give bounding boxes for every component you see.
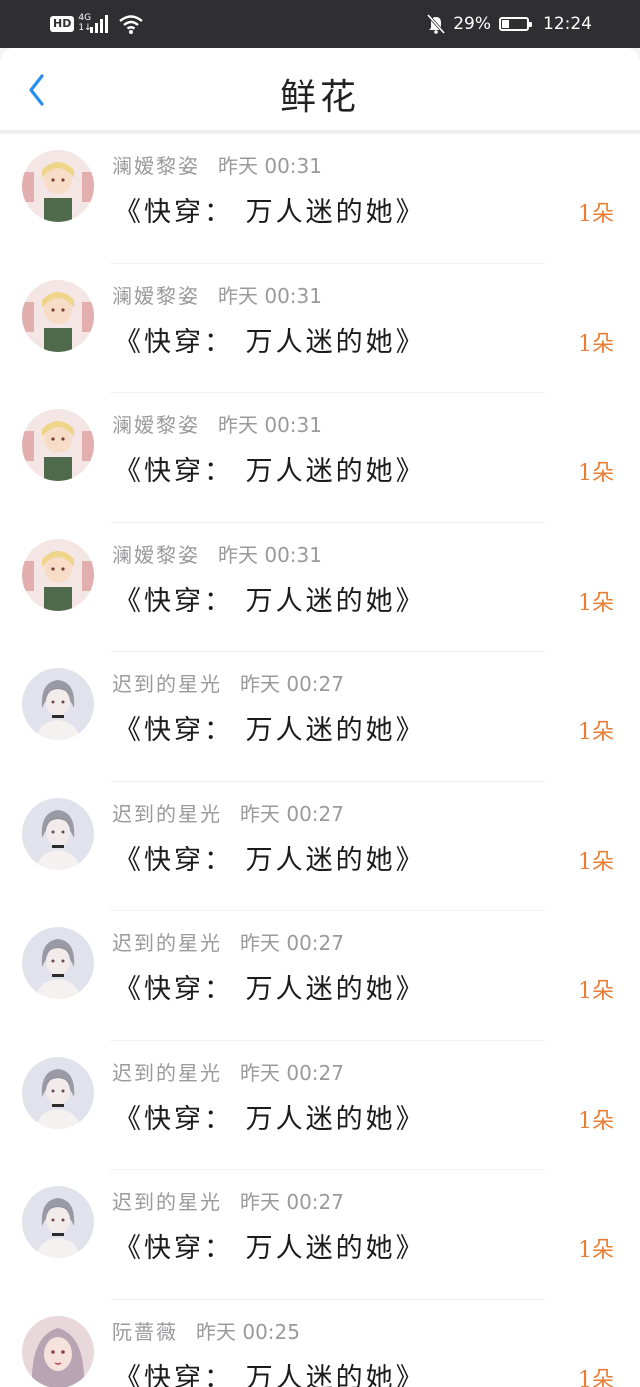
meta-line: 澜嫒黎姿 昨天 00:31 — [112, 539, 322, 568]
list-item[interactable]: 澜嫒黎姿 昨天 00:31 《快穿： 万人迷的她》 1朵 — [0, 264, 640, 393]
flower-count: 1朵 — [578, 202, 614, 227]
flower-count: 1朵 — [578, 849, 614, 875]
page-title: 鲜花 — [279, 77, 360, 118]
meta-line: 阮蔷薇 昨天 00:25 — [112, 1316, 300, 1345]
list-item[interactable]: 迟到的星光 昨天 00:27 《快穿： 万人迷的她》 1朵 — [0, 911, 640, 1041]
flower-count: 1朵 — [578, 1367, 614, 1387]
flower-count: 1朵 — [578, 331, 614, 357]
book-title[interactable]: 《快穿： 万人迷的她》 — [114, 967, 426, 1006]
meta-line: 迟到的星光 昨天 00:27 — [112, 1057, 344, 1086]
book-title[interactable]: 《快穿： 万人迷的她》 — [114, 320, 426, 359]
username[interactable]: 澜嫒黎姿 — [112, 413, 200, 437]
meta-line: 迟到的星光 昨天 00:27 — [112, 927, 344, 956]
timestamp: 昨天 00:31 — [218, 283, 322, 308]
username[interactable]: 迟到的星光 — [112, 672, 222, 696]
username[interactable]: 迟到的星光 — [112, 1190, 222, 1214]
book-title[interactable]: 《快穿： 万人迷的她》 — [114, 579, 426, 618]
flower-count: 1朵 — [578, 1108, 614, 1134]
flower-list[interactable]: 澜嫒黎姿 昨天 00:31 《快穿： 万人迷的她》 1朵 澜嫒黎姿 昨天 00:31… — [0, 134, 640, 1387]
username[interactable]: 迟到的星光 — [112, 931, 222, 955]
wifi-icon — [119, 15, 144, 34]
timestamp: 昨天 00:25 — [196, 1319, 300, 1344]
hd-badge: HD — [50, 16, 75, 32]
book-title[interactable]: 《快穿： 万人迷的她》 — [114, 708, 426, 747]
avatar[interactable] — [22, 150, 94, 222]
flower-count: 1朵 — [578, 461, 614, 486]
mute-bell-icon — [427, 14, 446, 34]
avatar[interactable] — [22, 927, 94, 999]
meta-line: 迟到的星光 昨天 00:27 — [112, 798, 344, 827]
flower-count: 1朵 — [578, 1238, 614, 1263]
meta-line: 澜嫒黎姿 昨天 00:31 — [112, 280, 322, 309]
list-item[interactable]: 迟到的星光 昨天 00:27 《快穿： 万人迷的她》 1朵 — [0, 1170, 640, 1300]
username[interactable]: 迟到的星光 — [112, 802, 222, 826]
list-item[interactable]: 阮蔷薇 昨天 00:25 《快穿： 万人迷的她》 1朵 — [0, 1300, 640, 1387]
timestamp: 昨天 00:27 — [240, 1190, 344, 1214]
book-title[interactable]: 《快穿： 万人迷的她》 — [114, 190, 426, 229]
flower-count: 1朵 — [578, 590, 614, 616]
meta-line: 澜嫒黎姿 昨天 00:31 — [112, 150, 322, 179]
battery-icon — [499, 17, 532, 31]
timestamp: 昨天 00:27 — [240, 931, 344, 955]
status-right: 29% 12:24 — [427, 11, 592, 37]
meta-line: 澜嫒黎姿 昨天 00:31 — [112, 409, 322, 438]
list-item[interactable]: 澜嫒黎姿 昨天 00:31 《快穿： 万人迷的她》 1朵 — [0, 134, 640, 264]
avatar[interactable] — [22, 1056, 94, 1129]
flower-count: 1朵 — [578, 720, 614, 745]
battery-percent: 29% — [453, 14, 491, 34]
timestamp: 昨天 00:31 — [218, 154, 322, 178]
avatar[interactable] — [22, 1186, 94, 1258]
book-title[interactable]: 《快穿： 万人迷的她》 — [114, 1356, 426, 1387]
list-item[interactable]: 澜嫒黎姿 昨天 00:31 《快穿： 万人迷的她》 1朵 — [0, 393, 640, 523]
username[interactable]: 澜嫒黎姿 — [112, 284, 200, 308]
book-title[interactable]: 《快穿： 万人迷的她》 — [114, 838, 426, 877]
list-item[interactable]: 迟到的星光 昨天 00:27 《快穿： 万人迷的她》 1朵 — [0, 1041, 640, 1170]
avatar[interactable] — [22, 1315, 94, 1387]
username[interactable]: 澜嫒黎姿 — [112, 154, 200, 178]
username[interactable]: 澜嫒黎姿 — [112, 543, 200, 567]
timestamp: 昨天 00:27 — [240, 672, 344, 696]
book-title[interactable]: 《快穿： 万人迷的她》 — [114, 1226, 426, 1265]
avatar[interactable] — [22, 797, 94, 870]
meta-line: 迟到的星光 昨天 00:27 — [112, 1186, 344, 1215]
header: 鲜花 — [0, 48, 640, 130]
status-left: HD 4G 1↓ — [50, 11, 144, 37]
avatar[interactable] — [22, 409, 94, 481]
book-title[interactable]: 《快穿： 万人迷的她》 — [114, 1097, 426, 1136]
clock: 12:24 — [543, 14, 592, 34]
book-title[interactable]: 《快穿： 万人迷的她》 — [114, 449, 426, 488]
status-bar: HD 4G 1↓ 29% 12:24 — [0, 0, 640, 48]
flower-count: 1朵 — [578, 979, 614, 1004]
list-item[interactable]: 迟到的星光 昨天 00:27 《快穿： 万人迷的她》 1朵 — [0, 782, 640, 911]
username[interactable]: 迟到的星光 — [112, 1061, 222, 1085]
list-item[interactable]: 澜嫒黎姿 昨天 00:31 《快穿： 万人迷的她》 1朵 — [0, 523, 640, 652]
timestamp: 昨天 00:27 — [240, 801, 344, 826]
timestamp: 昨天 00:31 — [218, 413, 322, 437]
avatar[interactable] — [22, 279, 94, 352]
timestamp: 昨天 00:27 — [240, 1060, 344, 1085]
timestamp: 昨天 00:31 — [218, 542, 322, 567]
username[interactable]: 阮蔷薇 — [112, 1320, 178, 1344]
meta-line: 迟到的星光 昨天 00:27 — [112, 668, 344, 697]
list-item[interactable]: 迟到的星光 昨天 00:27 《快穿： 万人迷的她》 1朵 — [0, 652, 640, 782]
avatar[interactable] — [22, 668, 94, 740]
signal-icon: 4G 1↓ — [78, 13, 112, 35]
avatar[interactable] — [22, 538, 94, 611]
battery-level — [502, 20, 509, 28]
